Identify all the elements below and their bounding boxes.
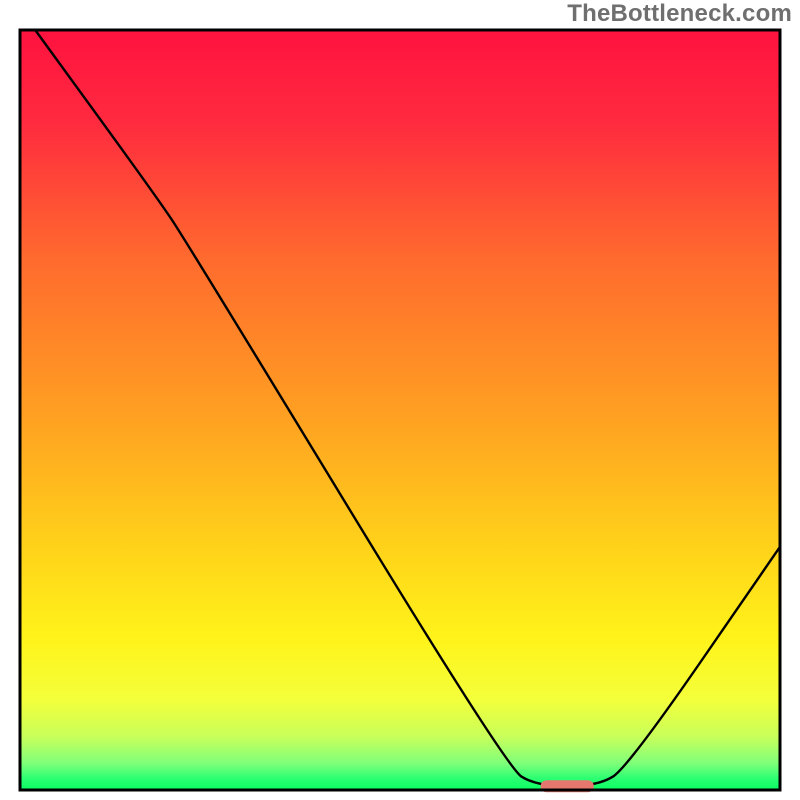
heat-gradient-background xyxy=(20,30,780,790)
watermark-text: TheBottleneck.com xyxy=(567,0,792,28)
bottleneck-chart xyxy=(0,0,800,800)
chart-container: TheBottleneck.com xyxy=(0,0,800,800)
